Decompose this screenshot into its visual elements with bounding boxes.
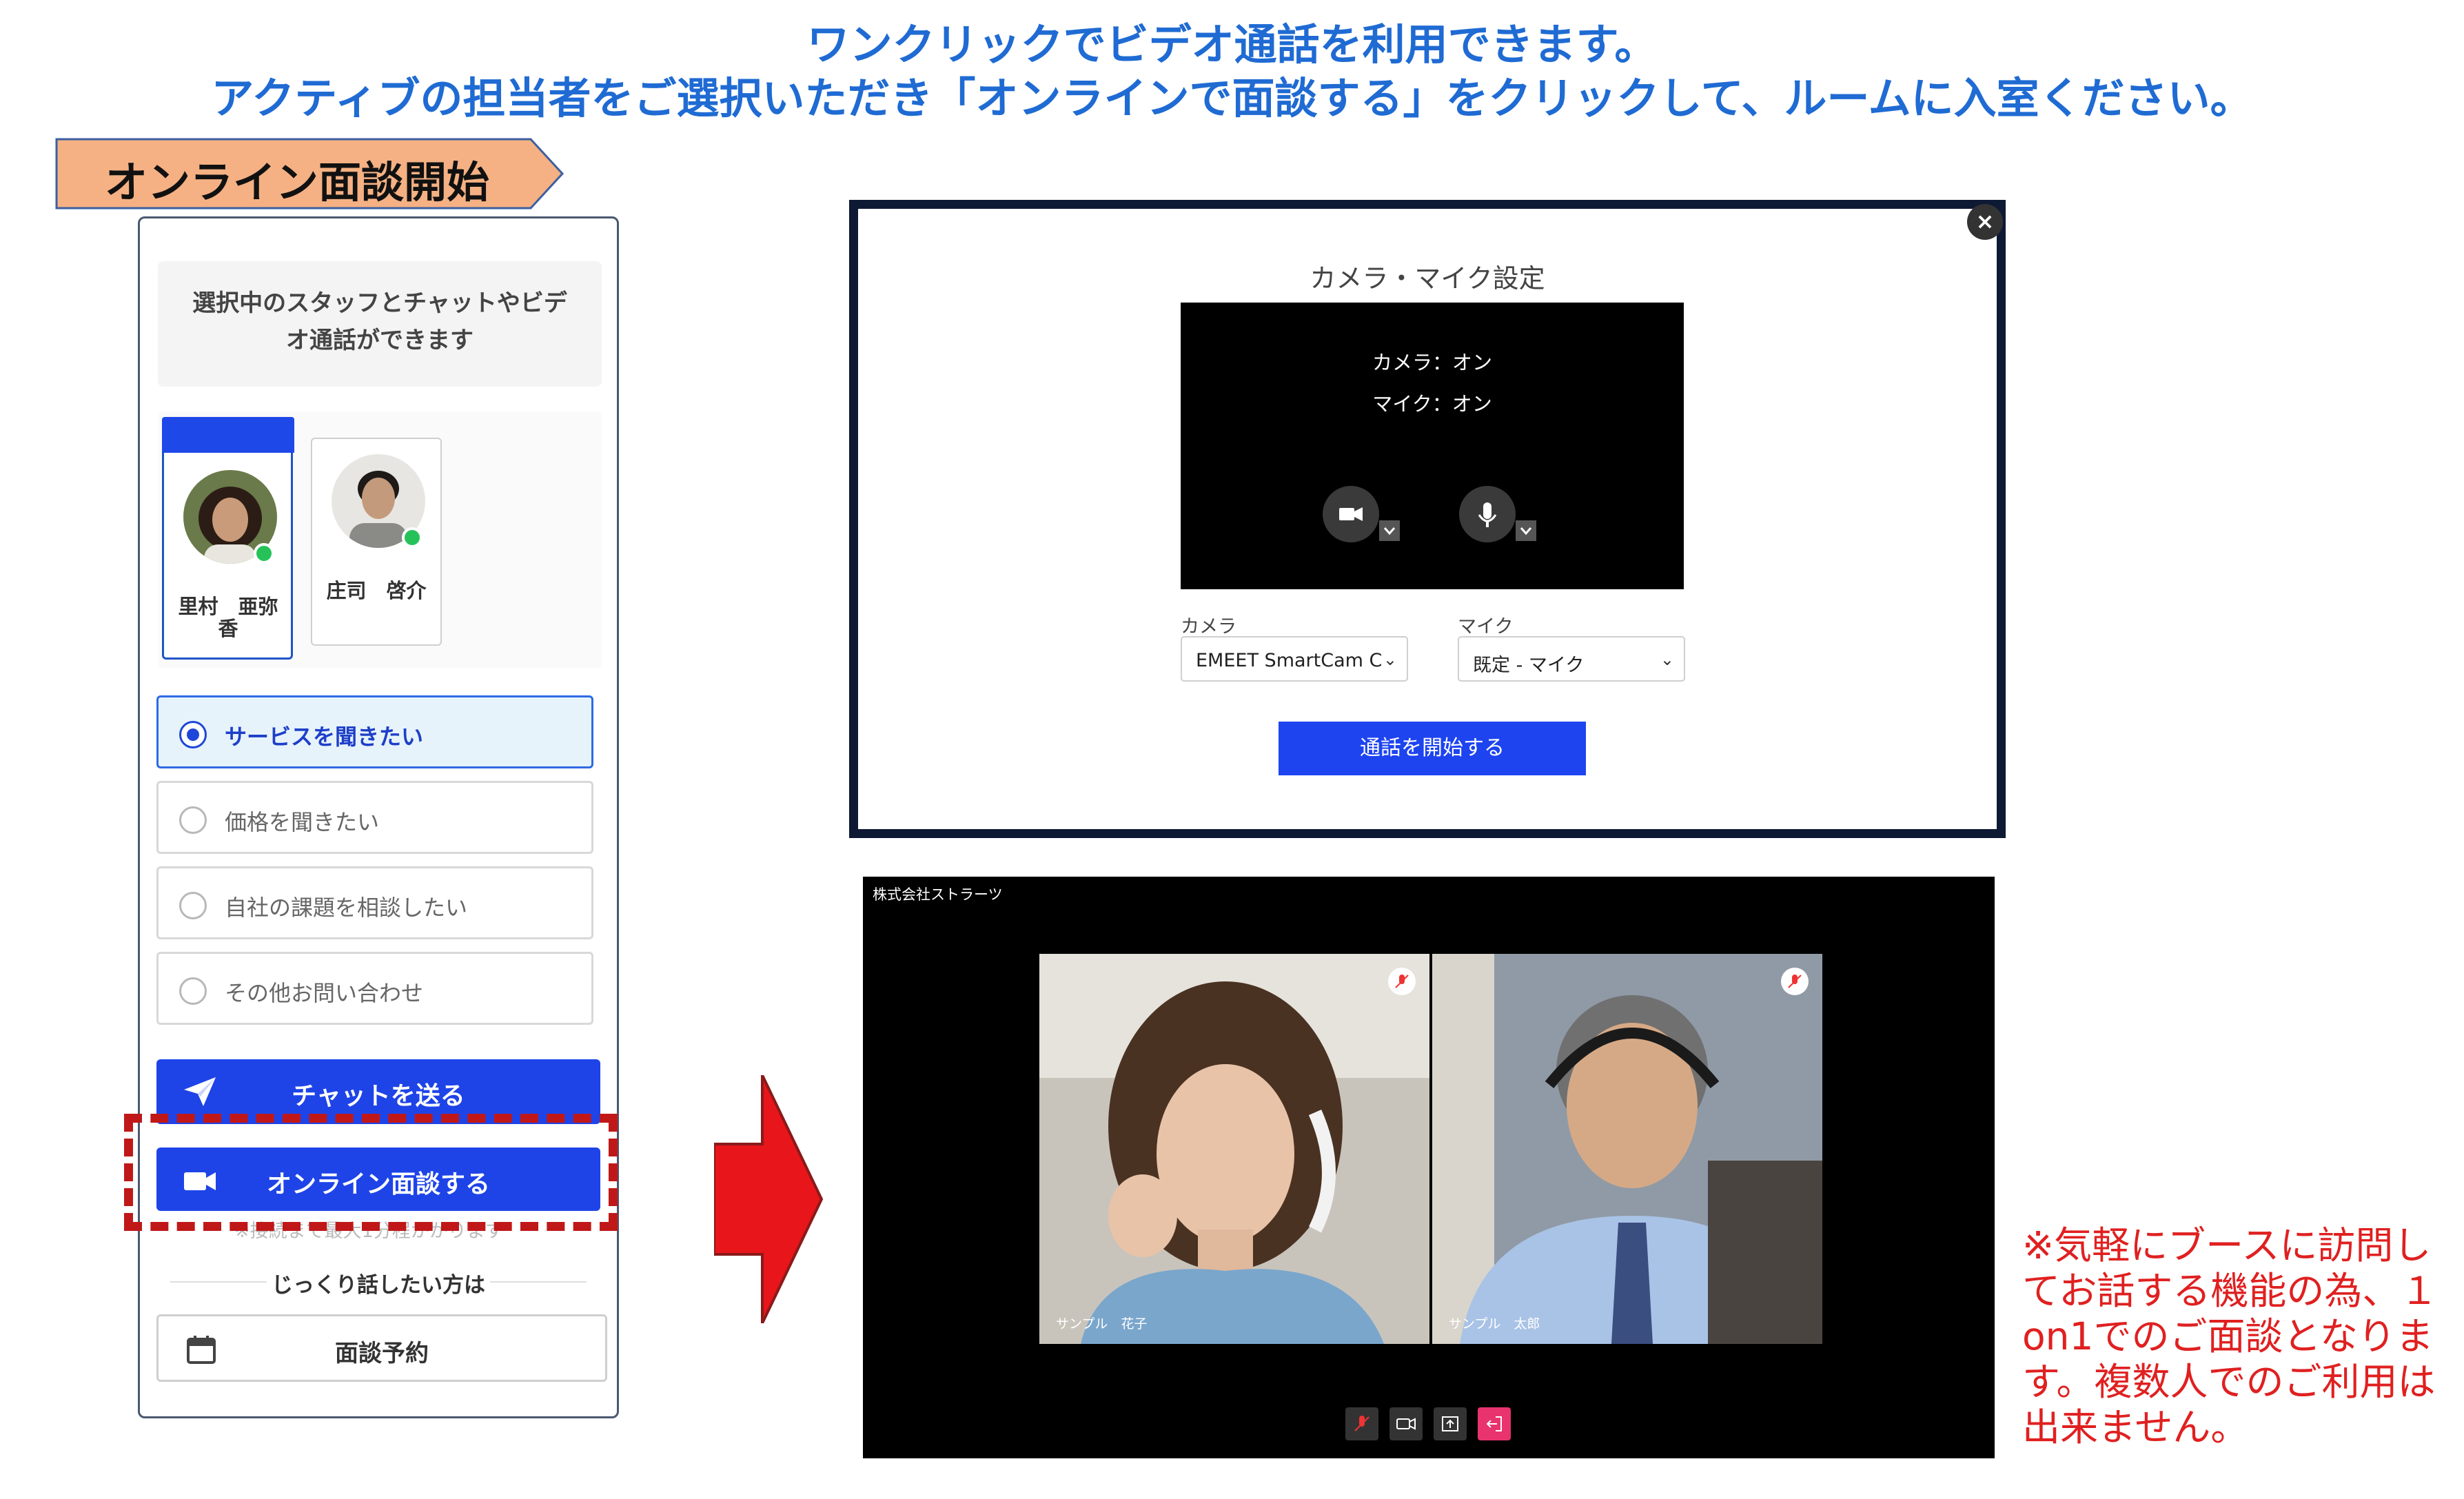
- mic-field-label: マイク: [1458, 616, 1514, 638]
- muted-mic-icon: [1781, 968, 1809, 995]
- divider-text: じっくり話したい方は: [272, 1273, 485, 1298]
- participant-name: サンプル 花子: [1056, 1316, 1148, 1332]
- headline-line1: ワンクリックでビデオ通話を利用できます。: [806, 19, 1658, 70]
- participant-video: [1432, 954, 1822, 1344]
- section-tag: オンライン面談開始: [55, 138, 565, 210]
- option-label: その他お問い合わせ: [225, 980, 424, 1006]
- close-icon[interactable]: ×: [1967, 204, 2003, 240]
- mic-toggle-button[interactable]: [1459, 486, 1516, 542]
- intro-line2: オ通話ができます: [286, 327, 474, 354]
- screen-share-button[interactable]: [1434, 1407, 1467, 1440]
- divider: じっくり話したい方は: [156, 1267, 600, 1298]
- radio-selected[interactable]: [179, 721, 207, 748]
- camera-button[interactable]: [1389, 1407, 1423, 1440]
- leave-call-button[interactable]: [1478, 1407, 1511, 1440]
- mic-options-chevron[interactable]: [1516, 520, 1536, 541]
- send-chat-label: チャットを送る: [292, 1082, 465, 1110]
- mute-mic-button[interactable]: [1345, 1407, 1378, 1440]
- reserve-label: 面談予約: [335, 1340, 429, 1367]
- chevron-down-icon: ⌄: [1660, 650, 1674, 669]
- online-status-dot: [254, 543, 274, 564]
- option-other[interactable]: その他お問い合わせ: [156, 952, 593, 1025]
- camera-select[interactable]: EMEET SmartCam C ⌄: [1181, 636, 1408, 682]
- camera-select-value: EMEET SmartCam C: [1196, 650, 1383, 671]
- radio[interactable]: [179, 806, 207, 834]
- microphone-off-icon: [1354, 1416, 1370, 1431]
- option-service[interactable]: サービスを聞きたい: [156, 695, 593, 768]
- radio[interactable]: [179, 892, 207, 919]
- highlight-frame: [124, 1114, 618, 1231]
- dialog-title: カメラ・マイク設定: [1310, 263, 1545, 294]
- option-consult[interactable]: 自社の課題を相談したい: [156, 866, 593, 939]
- mic-select-value: 既定 - マイク: [1473, 655, 1585, 676]
- staff-selected-bar: [162, 417, 294, 453]
- chevron-down-icon: [1520, 527, 1532, 536]
- widget-intro: 選択中のスタッフとチャットやビデ オ通話ができます: [158, 261, 602, 387]
- participant-video: [1039, 954, 1429, 1344]
- participant-name: サンプル 太郎: [1449, 1316, 1540, 1332]
- intro-line1: 選択中のスタッフとチャットやビデ: [192, 289, 567, 317]
- muted-mic-icon: [1388, 968, 1416, 995]
- section-tag-label: オンライン面談開始: [105, 157, 490, 207]
- option-label: サービスを聞きたい: [225, 724, 424, 750]
- video-camera-icon: [1339, 507, 1363, 521]
- reserve-meeting-button[interactable]: 面談予約: [156, 1314, 607, 1382]
- option-price[interactable]: 価格を聞きたい: [156, 781, 593, 854]
- mic-status: マイク：オン: [1372, 392, 1492, 416]
- chevron-down-icon: [1383, 527, 1396, 536]
- camera-toggle-button[interactable]: [1323, 486, 1379, 542]
- option-label: 価格を聞きたい: [225, 809, 380, 835]
- staff-card-shoji[interactable]: 庄司 啓介: [311, 438, 442, 646]
- staff-list: 里村 亜弥 香 庄司 啓介: [158, 411, 602, 668]
- option-label: 自社の課題を相談したい: [225, 895, 468, 921]
- company-name: 株式会社ストラーツ: [873, 886, 1003, 903]
- camera-mic-settings-dialog: カメラ・マイク設定 カメラ：オン マイク：オン カメラ EMEET SmartC…: [849, 200, 2006, 838]
- microphone-icon: [1478, 502, 1497, 527]
- staff-card-satomura[interactable]: 里村 亜弥 香: [162, 417, 294, 660]
- chevron-down-icon: ⌄: [1383, 650, 1397, 669]
- online-status-dot: [402, 527, 422, 548]
- mic-select[interactable]: 既定 - マイク ⌄: [1458, 636, 1685, 682]
- video-camera-icon: [1396, 1418, 1416, 1430]
- arrow-right-icon: [714, 1075, 824, 1323]
- camera-options-chevron[interactable]: [1379, 520, 1400, 541]
- screen-share-icon: [1442, 1416, 1458, 1431]
- camera-preview: カメラ：オン マイク：オン: [1181, 303, 1684, 589]
- staff-name: 里村 亜弥 香: [178, 595, 278, 640]
- participant-tile: サンプル 花子: [1039, 954, 1429, 1344]
- participant-tile: サンプル 太郎: [1432, 954, 1822, 1344]
- camera-field-label: カメラ: [1181, 616, 1236, 638]
- radio[interactable]: [179, 977, 207, 1005]
- side-note: ※気軽にブースに訪問してお話する機能の為、１on1でのご面談となります。複数人で…: [2022, 1223, 2438, 1449]
- video-call-window: 株式会社ストラーツ サンプル 花子 サンプル 太郎: [863, 877, 1995, 1458]
- headline-line2: アクティブの担当者をご選択いただき「オンラインで面談する」をクリックして、ルーム…: [211, 73, 2253, 123]
- camera-status: カメラ：オン: [1372, 351, 1492, 374]
- start-call-button[interactable]: 通話を開始する: [1279, 722, 1586, 775]
- staff-name: 庄司 啓介: [326, 579, 427, 602]
- exit-icon: [1486, 1416, 1502, 1431]
